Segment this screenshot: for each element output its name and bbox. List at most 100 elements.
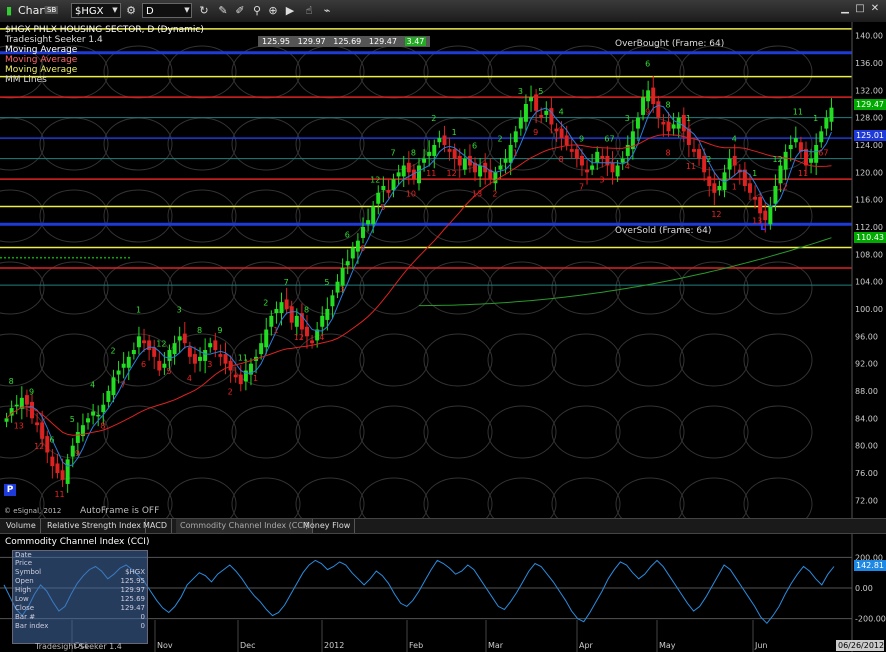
candle-body <box>381 186 386 191</box>
data-window[interactable]: Date Price Symbol $HGX Open 125.95 High 129.97… <box>12 550 148 644</box>
price-tick-label: 88.00 <box>855 387 878 396</box>
candle-body <box>198 356 203 361</box>
data-window-value: $HGX <box>125 568 145 576</box>
p-button[interactable]: P <box>4 484 16 496</box>
link-icon[interactable]: ⚙ <box>124 3 138 18</box>
tab-volume[interactable]: Volume <box>2 519 41 533</box>
candle-body <box>386 190 391 193</box>
symbol-dropdown-icon[interactable]: ▼ <box>108 3 122 18</box>
seeker-mark-green: 5 <box>70 415 75 424</box>
window-badge: SB <box>45 6 59 14</box>
candle-body <box>422 158 427 163</box>
seeker-mark-green: 1 <box>136 305 141 314</box>
candle-body <box>142 340 147 344</box>
chart-area[interactable]: 8 9 6 5 4 2 1 12 3 8 9 11 2 7 8 5 6 12 7 8 2 1 6 2 3 5 4 9 67 3 6 8 1 2 4 1… <box>0 22 886 652</box>
refresh-icon[interactable]: ↻ <box>197 3 211 18</box>
candle-body <box>768 206 773 225</box>
candle-body <box>788 145 793 150</box>
candle-body <box>284 299 289 309</box>
tab-cci[interactable]: Commodity Channel Index (CCI) <box>176 519 314 533</box>
study-ma-1[interactable]: Moving Average <box>5 45 204 55</box>
ma-price-label: 125.01 <box>854 130 886 141</box>
candle-body <box>829 107 834 122</box>
seeker-mark-green: 8 <box>197 326 202 335</box>
candle-body <box>457 155 462 166</box>
x-axis-label: Feb <box>409 641 423 650</box>
seeker-mark-red: 11 <box>54 490 64 499</box>
hand-icon[interactable]: ☝ <box>302 3 316 18</box>
candle-body <box>819 131 824 143</box>
seeker-mark-green: 5 <box>324 278 329 287</box>
chart-legend: $HGX PHLX HOUSING SECTOR, D (Dynamic) Tr… <box>5 25 204 85</box>
seeker-mark-red: 2 <box>228 387 233 396</box>
play-icon[interactable]: ▶ <box>283 3 297 18</box>
tab-macd[interactable]: MACD <box>139 519 172 533</box>
seeker-mark-green: 8 <box>666 100 671 109</box>
candle-body <box>727 158 732 170</box>
low-marker: L <box>760 222 767 233</box>
candle-body <box>345 261 350 266</box>
quote-low: 125.69 <box>333 37 362 46</box>
quote-change: 3.47 <box>404 37 427 46</box>
oversold-label: OverSold (Frame: 64) <box>615 226 712 236</box>
candle-body <box>366 220 371 225</box>
x-axis-label: 2012 <box>324 641 344 650</box>
candle-body <box>564 135 569 145</box>
window-title: Chart <box>18 4 49 17</box>
data-window-row: Symbol $HGX <box>13 568 147 577</box>
candle-body <box>610 162 615 173</box>
seeker-mark-green: 2 <box>110 346 115 355</box>
x-axis-label: Nov <box>157 641 173 650</box>
candle-body <box>136 336 141 348</box>
candle-body <box>350 247 355 259</box>
data-window-label: Symbol <box>15 568 42 576</box>
seeker-mark-red: 3 <box>340 285 345 294</box>
study-ma-2[interactable]: Moving Average <box>5 55 204 65</box>
add-study-icon[interactable]: ⊕ <box>266 3 280 18</box>
candle-body <box>661 121 666 125</box>
price-tick-label: 140.00 <box>855 32 883 41</box>
candle-body <box>91 411 96 416</box>
seeker-mark-red: 8 <box>559 155 564 164</box>
candle-body <box>671 124 676 129</box>
minimize-button[interactable]: ▁ <box>838 2 852 16</box>
price-tick-label: 76.00 <box>855 469 878 478</box>
candle-body <box>585 169 590 173</box>
seeker-mark-red: 1 <box>253 374 258 383</box>
overbought-label: OverBought (Frame: 64) <box>615 39 725 49</box>
candle-body <box>106 391 111 402</box>
seeker-mark-green: 12 <box>370 176 380 185</box>
data-window-value: 129.97 <box>120 586 146 594</box>
study-ma-3[interactable]: Moving Average <box>5 65 204 75</box>
tab-rsi[interactable]: Relative Strength Index <box>43 519 146 533</box>
interval-dropdown-icon[interactable]: ▼ <box>180 3 194 18</box>
data-window-value: 125.69 <box>120 595 146 603</box>
data-window-label: Price <box>15 559 33 567</box>
seeker-mark-red: 67 <box>818 148 828 157</box>
attach-icon[interactable]: ⌁ <box>320 3 334 18</box>
candle-body <box>116 370 121 375</box>
search-icon[interactable]: ⚲ <box>250 3 264 18</box>
price-tick-label: 84.00 <box>855 414 878 423</box>
quote-close: 129.47 <box>368 37 397 46</box>
study-mm-lines[interactable]: MM Lines <box>5 75 204 85</box>
tab-money-flow[interactable]: Money Flow <box>299 519 356 533</box>
cci-title: Commodity Channel Index (CCI) <box>5 537 150 547</box>
candle-body <box>65 459 70 484</box>
study-seeker[interactable]: Tradesight Seeker 1.4 <box>5 35 204 45</box>
candle-body <box>86 418 91 423</box>
draw-line-icon[interactable]: ✎ <box>216 3 230 18</box>
candle-body <box>697 149 702 159</box>
maximize-button[interactable]: □ <box>853 2 867 16</box>
edit-icon[interactable]: ✐ <box>233 3 247 18</box>
candle-body <box>666 121 671 132</box>
price-tick-label: 92.00 <box>855 360 878 369</box>
price-tick-label: 100.00 <box>855 305 883 314</box>
seeker-mark-green: 4 <box>90 381 95 390</box>
candle-body <box>274 309 279 314</box>
candle-body <box>809 158 814 163</box>
candle-body <box>126 356 131 368</box>
price-tick-label: 96.00 <box>855 332 878 341</box>
seeker-mark-green: 9 <box>29 387 34 396</box>
close-button[interactable]: ✕ <box>868 2 882 16</box>
